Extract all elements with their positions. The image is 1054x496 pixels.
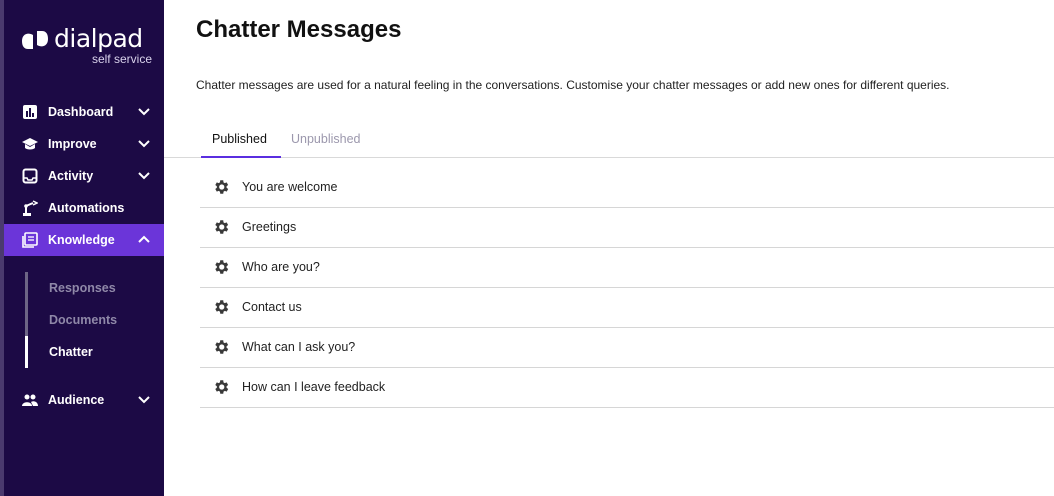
- brand-subtitle: self service: [91, 52, 152, 66]
- sidebar-item-label: Automations: [48, 201, 125, 215]
- message-label: Who are you?: [242, 260, 320, 274]
- chevron-down-icon[interactable]: [137, 106, 151, 118]
- sidebar-item-label: Activity: [48, 169, 94, 183]
- sidebar-item-automations[interactable]: Automations: [4, 192, 164, 224]
- sidebar-subitem-documents[interactable]: Documents: [49, 313, 117, 327]
- brand-logo[interactable]: dialpad self service: [20, 24, 152, 70]
- list-item[interactable]: Who are you?: [200, 248, 1054, 288]
- message-label: You are welcome: [242, 180, 338, 194]
- subnav-active-indicator: [25, 336, 28, 368]
- sidebar-item-activity[interactable]: Activity: [4, 160, 164, 192]
- chevron-down-icon[interactable]: [137, 170, 151, 182]
- message-label: What can I ask you?: [242, 340, 356, 354]
- people-icon: [22, 394, 38, 406]
- chatter-message-list: You are welcome Greetings Who are you? C…: [200, 168, 1054, 408]
- sidebar-item-knowledge[interactable]: Knowledge: [4, 224, 164, 256]
- brand-name: dialpad: [54, 24, 143, 53]
- gear-icon: [215, 340, 229, 354]
- graduation-cap-icon: [22, 138, 38, 150]
- dialpad-logo-icon: [22, 31, 48, 49]
- sidebar-item-label: Dashboard: [48, 105, 114, 119]
- gear-icon: [215, 380, 229, 394]
- gear-icon: [215, 300, 229, 314]
- inbox-icon: [22, 168, 38, 184]
- gear-icon: [215, 180, 229, 194]
- bar-chart-icon: [23, 105, 37, 119]
- active-tab-indicator: [201, 156, 281, 158]
- sidebar-item-label: Audience: [48, 393, 105, 407]
- tab-bar: Published Unpublished: [164, 122, 1054, 158]
- sidebar-subitem-chatter[interactable]: Chatter: [49, 345, 93, 359]
- tab-unpublished[interactable]: Unpublished: [291, 132, 361, 146]
- book-icon: [22, 232, 38, 248]
- list-item[interactable]: What can I ask you?: [200, 328, 1054, 368]
- sidebar-item-audience[interactable]: Audience: [4, 384, 164, 416]
- subnav-track: [25, 272, 28, 336]
- page-description: Chatter messages are used for a natural …: [196, 78, 950, 92]
- robot-arm-icon: [23, 200, 38, 216]
- main-content: Chatter Messages Chatter messages are us…: [164, 0, 1054, 496]
- message-label: Contact us: [242, 300, 302, 314]
- sidebar: dialpad self service Dashboard Improve A…: [0, 0, 164, 496]
- list-item[interactable]: Greetings: [200, 208, 1054, 248]
- list-item[interactable]: You are welcome: [200, 168, 1054, 208]
- chevron-down-icon[interactable]: [137, 138, 151, 150]
- page-title: Chatter Messages: [196, 16, 402, 43]
- list-item[interactable]: Contact us: [200, 288, 1054, 328]
- sidebar-item-label: Knowledge: [48, 233, 115, 247]
- app-window: dialpad self service Dashboard Improve A…: [0, 0, 1054, 496]
- list-item[interactable]: How can I leave feedback: [200, 368, 1054, 408]
- sidebar-item-dashboard[interactable]: Dashboard: [4, 96, 164, 128]
- gear-icon: [215, 260, 229, 274]
- sidebar-item-label: Improve: [48, 137, 97, 151]
- chevron-down-icon[interactable]: [137, 394, 151, 406]
- tab-published[interactable]: Published: [212, 132, 267, 146]
- gear-icon: [215, 220, 229, 234]
- sidebar-subitem-responses[interactable]: Responses: [49, 281, 116, 295]
- chevron-up-icon[interactable]: [137, 234, 151, 246]
- sidebar-item-improve[interactable]: Improve: [4, 128, 164, 160]
- message-label: Greetings: [242, 220, 297, 234]
- message-label: How can I leave feedback: [242, 380, 386, 394]
